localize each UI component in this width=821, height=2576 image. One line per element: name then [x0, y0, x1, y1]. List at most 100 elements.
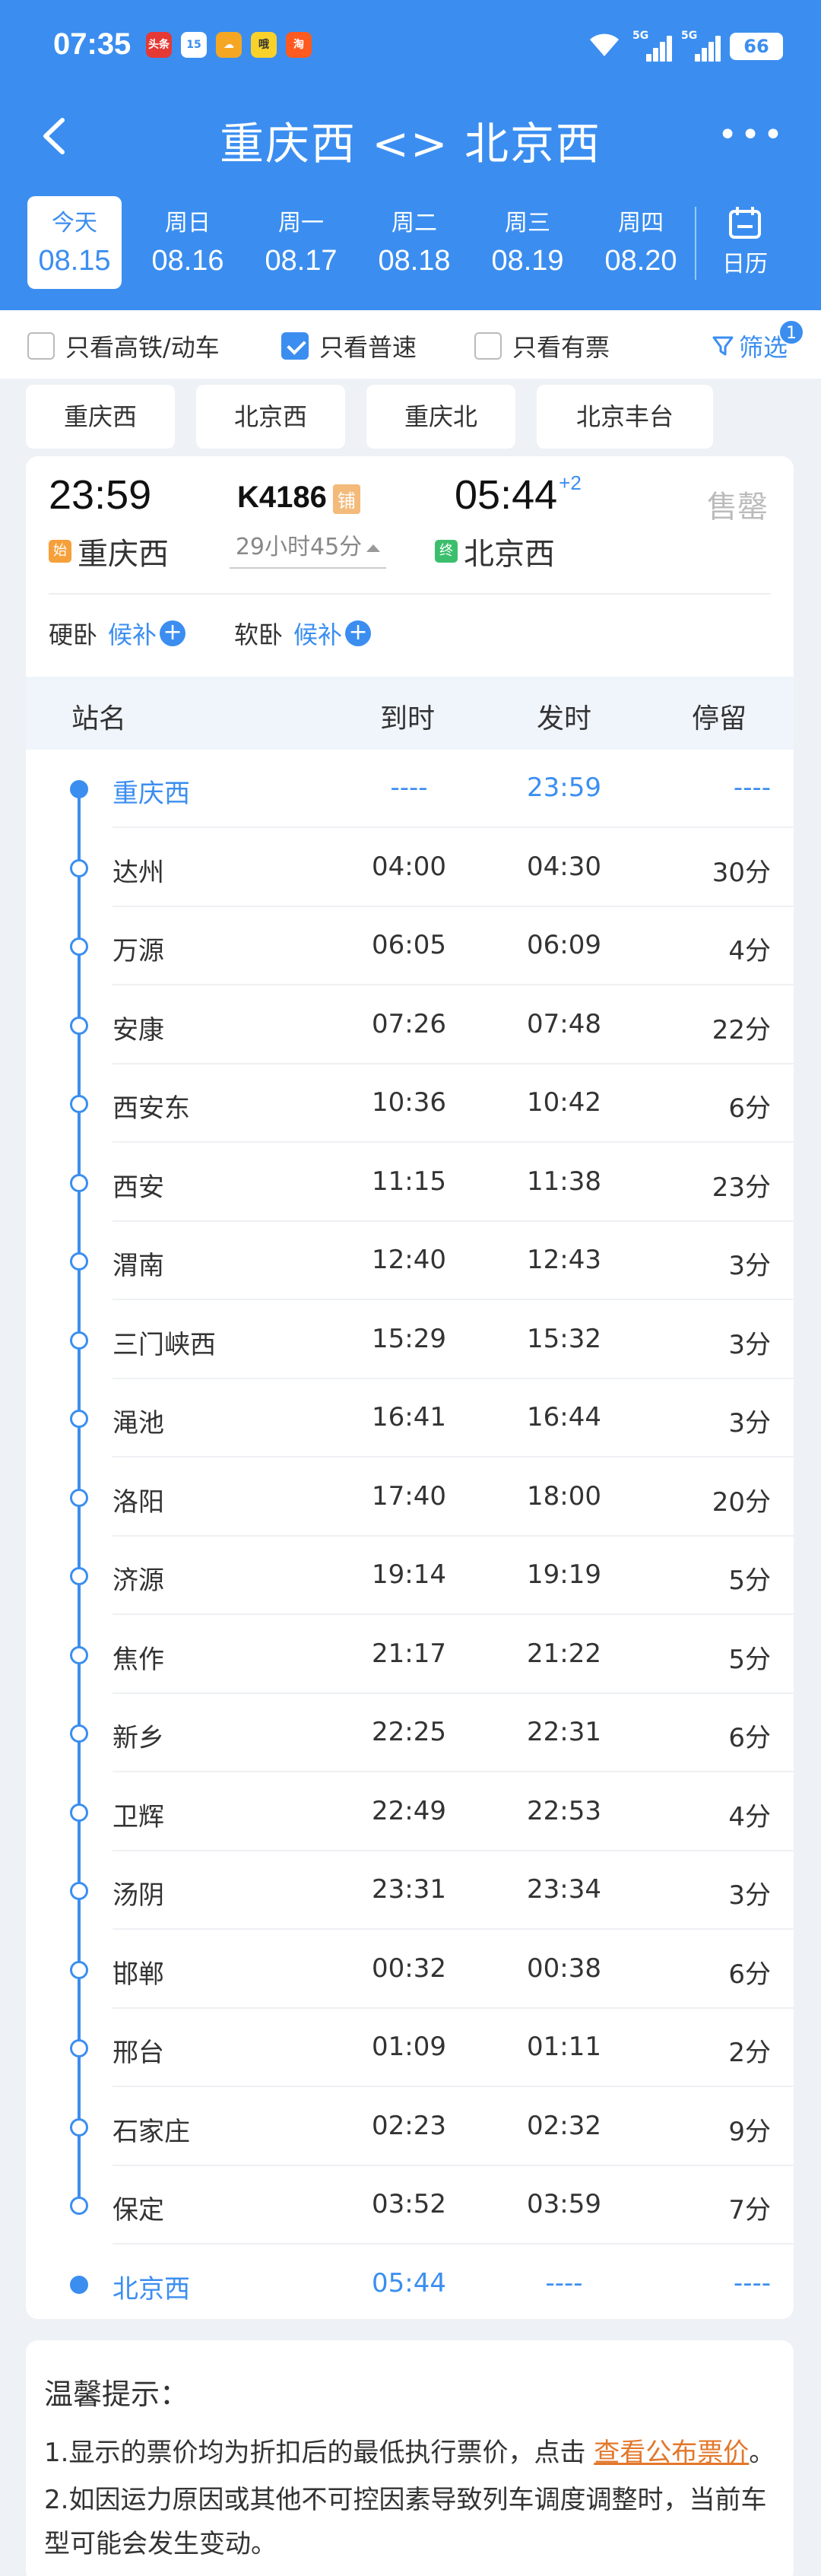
- seat-hard-sleeper[interactable]: 硬卧 候补 +: [49, 616, 186, 651]
- date-value: 08.15: [38, 245, 111, 277]
- arrive-time: 15:29: [372, 1323, 446, 1354]
- stop-duration: ----: [733, 772, 771, 803]
- station-name: 石家庄: [113, 2116, 190, 2147]
- checkbox[interactable]: [474, 332, 502, 360]
- filter-has-ticket[interactable]: 只看有票: [474, 328, 610, 363]
- title-bar: 重庆西 <> 北京西 •••: [0, 94, 821, 178]
- notice-box: 温馨提示： 1.显示的票价均为折扣后的最低执行票价，点击 查看公布票价。 2.如…: [26, 2340, 794, 2576]
- route-dot-icon: [70, 1488, 88, 1507]
- station-chip[interactable]: 重庆西: [26, 385, 175, 449]
- depart-time: 22:31: [527, 1717, 601, 1747]
- train-number[interactable]: K4186 铺: [237, 481, 360, 515]
- arrive-time: 23:31: [372, 1874, 446, 1905]
- calendar-divider: [695, 207, 696, 280]
- arrive-time: 04:00: [372, 851, 446, 882]
- station-name: 西安: [113, 1172, 164, 1203]
- date-weekday: 周二: [391, 210, 437, 236]
- calendar-button[interactable]: 日历: [702, 196, 788, 289]
- notice-title: 温馨提示：: [44, 2378, 189, 2411]
- calendar-app-icon: 15: [181, 32, 207, 58]
- date-value: 08.18: [378, 245, 451, 277]
- date-tab-08.18[interactable]: 周二 08.18: [367, 196, 461, 289]
- date-selector: 日历 今天 08.15 周日 08.16 周一 08.17 周二 08.18 周三 08.19 周四…: [27, 196, 795, 289]
- notice-line-3: 型可能会发生变动。: [44, 2529, 277, 2559]
- stop-duration: 6分: [728, 1959, 771, 1990]
- screen-button[interactable]: 筛选 1: [712, 319, 804, 363]
- date-tab-08.16[interactable]: 周日 08.16: [141, 196, 235, 289]
- station-name: 重庆西: [113, 779, 190, 809]
- route-dot-icon: [70, 1252, 88, 1271]
- route-dot-icon: [70, 1095, 88, 1113]
- station-name: 渑池: [113, 1408, 164, 1439]
- station-name: 洛阳: [113, 1486, 164, 1518]
- station-name: 安康: [113, 1014, 164, 1045]
- checkbox[interactable]: [27, 332, 55, 360]
- station-name: 三门峡西: [113, 1329, 216, 1360]
- stop-duration: 3分: [728, 1251, 771, 1281]
- table-row: 焦作 21:17 21:22 5分: [26, 1616, 794, 1694]
- route-dot-icon: [70, 780, 88, 798]
- filter-high-speed[interactable]: 只看高铁/动车: [27, 328, 220, 363]
- depart-time: 12:43: [527, 1245, 601, 1275]
- date-tab-08.15[interactable]: 今天 08.15: [27, 196, 122, 289]
- table-row: 洛阳 17:40 18:00 20分: [26, 1458, 794, 1537]
- train-detail-card: 23:59 始 重庆西 K4186 铺 29小时45分 05:44+2 终 北京西…: [26, 456, 794, 2319]
- seat-soft-sleeper[interactable]: 软卧 候补 +: [234, 616, 372, 651]
- station-name: 西安东: [113, 1093, 190, 1124]
- table-row: 邢台 01:09 01:11 2分: [26, 2009, 794, 2087]
- stop-duration: 7分: [728, 2195, 771, 2225]
- table-row: 卫辉 22:49 22:53 4分: [26, 1773, 794, 1851]
- stop-duration: 23分: [712, 1172, 771, 1203]
- date-value: 08.16: [151, 245, 224, 277]
- timetable-header: 站名 到时 发时 停留: [26, 677, 794, 750]
- date-weekday: 周四: [618, 210, 664, 236]
- view-fare-link[interactable]: 查看公布票价: [594, 2438, 749, 2468]
- station-chip[interactable]: 重庆北: [366, 385, 515, 449]
- arrive-time: 05:44: [372, 2267, 446, 2298]
- date-tab-08.19[interactable]: 周三 08.19: [480, 196, 575, 289]
- station-chip[interactable]: 北京丰台: [537, 385, 713, 449]
- seat-type: 硬卧: [49, 620, 98, 649]
- funnel-icon: [712, 336, 734, 356]
- date-tab-08.17[interactable]: 周一 08.17: [254, 196, 348, 289]
- table-row: 济源 19:14 19:19 5分: [26, 1537, 794, 1615]
- route-dot-icon: [70, 2118, 88, 2137]
- date-weekday: 今天: [52, 210, 97, 236]
- header-arrive: 到时: [380, 703, 436, 734]
- plus-icon[interactable]: +: [160, 620, 186, 646]
- table-row: 万源 06:05 06:09 4分: [26, 907, 794, 985]
- table-row: 三门峡西 15:29 15:32 3分: [26, 1301, 794, 1379]
- arrive-time: 07:26: [372, 1008, 446, 1039]
- day-offset: +2: [559, 471, 582, 494]
- date-weekday: 周日: [165, 210, 211, 236]
- depart-time: 00:38: [527, 1953, 601, 1984]
- plus-icon[interactable]: +: [345, 620, 372, 646]
- station-name: 达州: [113, 857, 164, 888]
- station-name: 汤阴: [113, 1880, 164, 1911]
- waitlist-link[interactable]: 候补: [108, 616, 157, 651]
- duration[interactable]: 29小时45分: [230, 528, 386, 569]
- table-row: 安康 07:26 07:48 22分: [26, 986, 794, 1064]
- table-row: 渑池 16:41 16:44 3分: [26, 1379, 794, 1458]
- station-chip[interactable]: 北京西: [196, 385, 345, 449]
- header-stop: 停留: [692, 703, 747, 734]
- date-tab-08.20[interactable]: 周四 08.20: [594, 196, 688, 289]
- route-dot-icon: [70, 1803, 88, 1822]
- more-menu-icon[interactable]: •••: [718, 119, 786, 152]
- checkbox-checked[interactable]: [281, 332, 309, 360]
- station-name: 北京西: [113, 2273, 190, 2305]
- waitlist-link[interactable]: 候补: [293, 616, 342, 651]
- date-weekday: 周一: [278, 210, 324, 236]
- filter-normal[interactable]: 只看普速: [281, 328, 417, 363]
- calendar-icon: [729, 207, 761, 239]
- stop-duration: 5分: [728, 1566, 771, 1596]
- arrive-time: 22:49: [372, 1795, 446, 1826]
- route-dot-icon: [70, 2039, 88, 2057]
- route-dot-icon: [70, 1645, 88, 1664]
- table-row: 新乡 22:25 22:31 6分: [26, 1694, 794, 1772]
- seat-type: 软卧: [234, 620, 284, 649]
- depart-time: 02:32: [527, 2110, 601, 2141]
- arrive-time: 02:23: [372, 2110, 446, 2141]
- station-name: 渭南: [113, 1251, 164, 1281]
- departure-station: 始 重庆西: [49, 529, 169, 573]
